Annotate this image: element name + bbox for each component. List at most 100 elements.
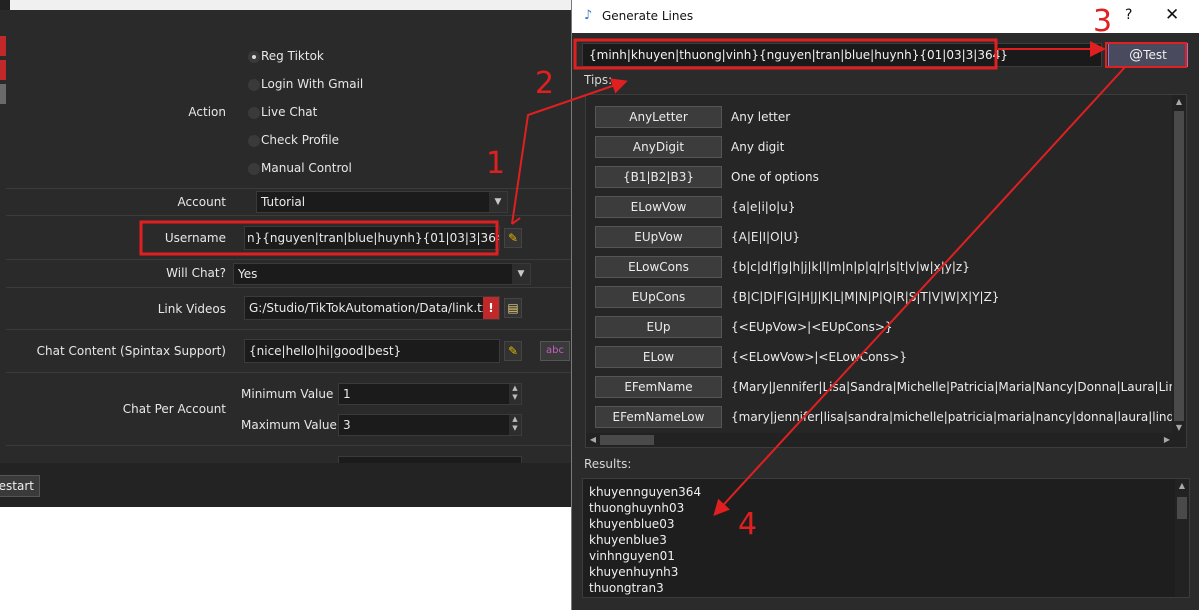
restart-button[interactable]: estart	[0, 475, 40, 497]
result-line: thuongtran3	[589, 581, 664, 595]
step-number-4: 4	[738, 507, 758, 542]
radio-label-manual-control: Manual Control	[261, 161, 352, 175]
spin-arrows-icon[interactable]: ▲ ▼	[509, 415, 521, 435]
spintax-abc-icon[interactable]: abc	[540, 341, 570, 361]
at-icon: @	[1129, 47, 1144, 63]
tip-desc: {b|c|d|f|g|h|j|k|l|m|n|p|q|r|s|t|v|w|x|y…	[731, 260, 970, 274]
app-logo-icon: ♪	[584, 8, 593, 23]
tip-desc: {B|C|D|F|G|H|J|K|L|M|N|P|Q|R|S|T|V|W|X|Y…	[731, 290, 1000, 304]
tip-button-efemnamelow[interactable]: EFemNameLow	[595, 406, 722, 428]
settings-panel: Action Reg Tiktok Login With Gmail Live …	[0, 10, 600, 464]
action-row: Action Reg Tiktok Login With Gmail Live …	[6, 36, 600, 189]
tip-button-anyletter[interactable]: AnyLetter	[595, 106, 722, 128]
chat-content-label: Chat Content (Spintax Support)	[36, 344, 226, 358]
link-videos-input[interactable]: G:/Studio/TikTokAutomation/Data/link.txt	[244, 296, 500, 320]
account-row: Account Tutorial ▼	[6, 189, 600, 216]
min-value-label: Minimum Value	[241, 387, 334, 401]
scroll-thumb[interactable]	[600, 435, 654, 445]
radio-check-profile[interactable]	[248, 135, 260, 147]
radio-reg-tiktok[interactable]	[248, 51, 260, 63]
username-row: Username n}{nguyen|tran|blue|huynh}{01|0…	[6, 216, 600, 260]
scroll-up-icon[interactable]: ▲	[1175, 479, 1189, 493]
help-icon[interactable]: ?	[1125, 7, 1132, 23]
spin-arrows-icon[interactable]: ▲ ▼	[509, 384, 521, 404]
scroll-up-icon[interactable]: ▲	[1172, 95, 1186, 109]
tips-horizontal-scrollbar[interactable]: ◀ ▶	[586, 433, 1186, 447]
max-value-spinbox[interactable]: 3 ▲ ▼	[338, 414, 522, 436]
username-input[interactable]: n}{nguyen|tran|blue|huynh}{01|03|3|364}	[244, 226, 500, 250]
link-videos-label: Link Videos	[157, 302, 226, 316]
max-value: 3	[343, 418, 351, 432]
tip-button-efemname[interactable]: EFemName	[595, 376, 722, 398]
tip-desc: {A|E|I|O|U}	[731, 230, 800, 244]
step-number-3: 3	[1093, 4, 1113, 39]
tip-button-eup[interactable]: EUp	[595, 316, 722, 338]
result-line: khuyenhuynh3	[589, 565, 679, 579]
radio-label-reg-tiktok: Reg Tiktok	[261, 49, 324, 63]
tip-button-elowcons[interactable]: ELowCons	[595, 256, 722, 278]
tips-vertical-scrollbar[interactable]: ▲ ▼	[1172, 95, 1186, 435]
generate-lines-dialog: ♪ Generate Lines ? ✕ {minh|khuyen|thuong…	[571, 0, 1199, 610]
min-value-spinbox[interactable]: 1 ▲ ▼	[338, 383, 522, 405]
folder-icon[interactable]: ▤	[504, 298, 522, 318]
bottom-bar: estart	[0, 463, 600, 507]
radio-label-login-gmail: Login With Gmail	[261, 77, 364, 91]
radio-label-live-chat: Live Chat	[261, 105, 318, 119]
tip-button-eupvow[interactable]: EUpVow	[595, 226, 722, 248]
max-value-label: Maximum Value	[241, 418, 337, 432]
tip-desc: {<EUpVow>|<EUpCons>}	[731, 320, 893, 334]
account-label: Account	[177, 195, 226, 209]
scroll-thumb[interactable]	[1177, 497, 1187, 519]
scroll-left-icon[interactable]: ◀	[586, 433, 600, 447]
link-videos-row: Link Videos G:/Studio/TikTokAutomation/D…	[6, 288, 600, 330]
results-vertical-scrollbar[interactable]: ▲	[1175, 479, 1189, 597]
account-select-value: Tutorial	[261, 195, 306, 209]
chat-per-account-label: Chat Per Account	[122, 402, 226, 416]
tip-button-elowvow[interactable]: ELowVow	[595, 196, 722, 218]
result-line: khuyennguyen364	[589, 485, 702, 499]
scroll-thumb[interactable]	[1174, 111, 1184, 421]
action-label: Action	[188, 105, 226, 119]
tip-button-elow[interactable]: ELow	[595, 346, 722, 368]
edit-pencil-icon[interactable]: ✎	[504, 341, 522, 361]
will-chat-value: Yes	[238, 267, 258, 281]
result-line: khuyenblue3	[589, 533, 667, 547]
tip-desc: {a|e|i|o|u}	[731, 200, 796, 214]
will-chat-select[interactable]: Yes ▼	[233, 263, 531, 285]
username-label: Username	[164, 231, 226, 245]
tips-panel: AnyLetter Any letter AnyDigit Any digit …	[585, 94, 1187, 448]
chat-content-row: Chat Content (Spintax Support) {nice|hel…	[6, 330, 600, 373]
scroll-right-icon[interactable]: ▶	[1160, 433, 1174, 447]
radio-label-check-profile: Check Profile	[261, 133, 340, 147]
will-chat-label: Will Chat?	[166, 266, 226, 280]
chevron-down-icon: ▼	[489, 192, 507, 212]
error-icon: !	[483, 297, 499, 319]
radio-login-gmail[interactable]	[248, 79, 260, 91]
radio-manual-control[interactable]	[248, 163, 260, 175]
test-button-label: Test	[1143, 48, 1167, 62]
tip-desc: {mary|jennifer|lisa|sandra|michelle|patr…	[731, 410, 1182, 424]
result-line: khuyenblue03	[589, 517, 675, 531]
test-button[interactable]: @Test	[1108, 43, 1188, 67]
main-titlebar	[0, 0, 600, 10]
results-textarea[interactable]: khuyennguyen364 thuonghuynh03 khuyenblue…	[582, 478, 1190, 598]
chevron-down-icon: ▼	[512, 264, 530, 284]
chat-content-input[interactable]: {nice|hello|hi|good|best}	[244, 339, 500, 363]
tip-desc: {Mary|Jennifer|Lisa|Sandra|Michelle|Patr…	[731, 380, 1187, 394]
tip-desc: Any letter	[731, 110, 791, 124]
tip-button-eupcons[interactable]: EUpCons	[595, 286, 722, 308]
chat-per-account-row: Chat Per Account Minimum Value 1 ▲ ▼ Maxi…	[6, 373, 600, 446]
dialog-title: Generate Lines	[602, 9, 694, 23]
radio-live-chat[interactable]	[248, 107, 260, 119]
result-line: vinhnguyen01	[589, 549, 675, 563]
close-icon[interactable]: ✕	[1165, 5, 1179, 25]
edit-pencil-icon[interactable]: ✎	[504, 228, 522, 248]
tip-button-options[interactable]: {B1|B2|B3}	[595, 166, 722, 188]
step-number-1: 1	[486, 146, 506, 181]
tip-desc: One of options	[731, 170, 819, 184]
account-select[interactable]: Tutorial ▼	[256, 191, 508, 213]
pattern-input[interactable]: {minh|khuyen|thuong|vinh}{nguyen|tran|bl…	[582, 43, 1102, 67]
result-line: thuonghuynh03	[589, 501, 685, 515]
tip-button-anydigit[interactable]: AnyDigit	[595, 136, 722, 158]
results-label: Results:	[584, 457, 632, 471]
